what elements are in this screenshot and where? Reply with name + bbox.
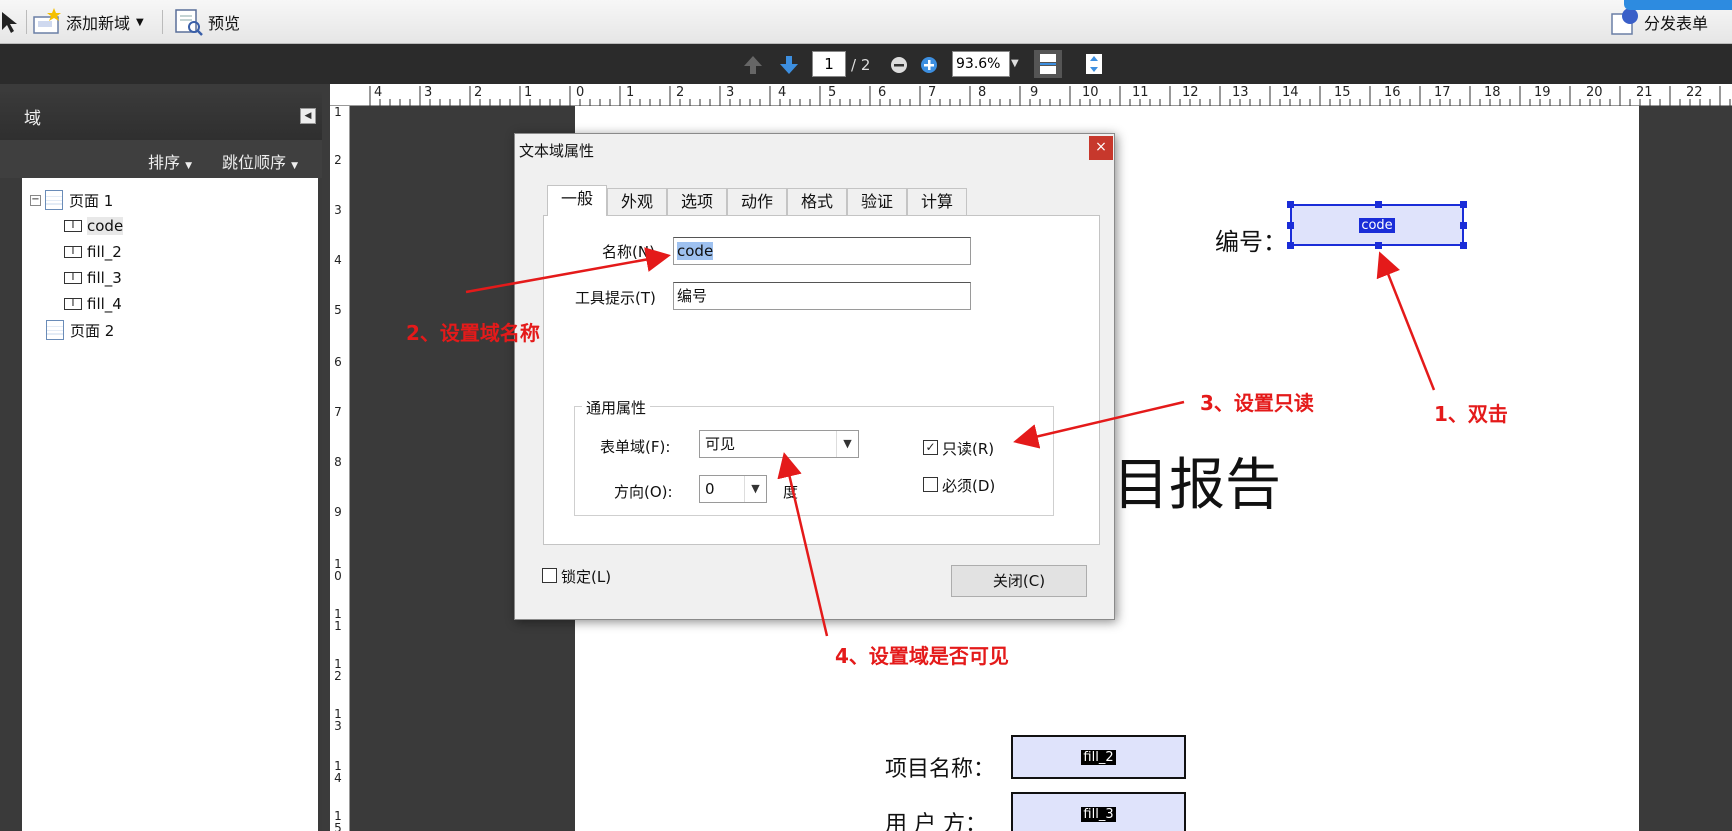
tab-general[interactable]: 一般 bbox=[547, 185, 607, 216]
annotation-step-2: 2、设置域名称 bbox=[406, 321, 540, 345]
annotation-arrow bbox=[465, 247, 671, 294]
annotation-arrow bbox=[777, 452, 829, 637]
annotation-arrow bbox=[1013, 400, 1185, 449]
annotation-step-3: 3、设置只读 bbox=[1200, 391, 1314, 415]
annotation-arrow bbox=[1376, 251, 1436, 391]
annotation-step-4: 4、设置域是否可见 bbox=[835, 644, 1009, 668]
annotation-step-1: 1、双击 bbox=[1434, 402, 1508, 426]
